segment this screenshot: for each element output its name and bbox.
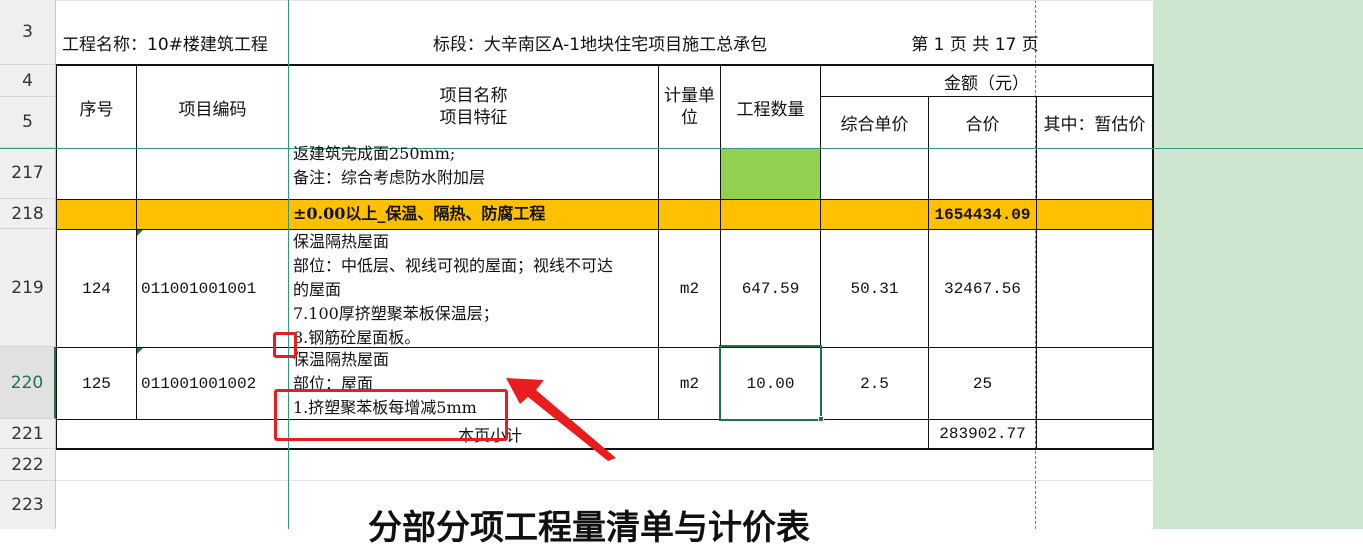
row-header-222[interactable]: 222 — [0, 449, 56, 481]
row-header-219[interactable]: 219 — [0, 229, 56, 347]
row-header-220[interactable]: 220 — [0, 347, 56, 419]
col-header-seq: 序号 — [79, 99, 114, 120]
project-name: 工程名称：10#楼建筑工程 — [62, 34, 268, 55]
row218-title[interactable]: ±0.00以上_保温、隔热、防腐工程 — [293, 202, 657, 228]
row220-code[interactable]: 011001001002 — [137, 348, 288, 419]
row-header-4[interactable]: 4 — [0, 65, 56, 97]
row-header-221[interactable]: 221 — [0, 419, 56, 449]
page-info: 第 1 页 共 17 页 — [911, 34, 1039, 55]
row219-line: 部位：中低层、视线可视的屋面；视线不可达 — [293, 256, 614, 275]
row-header-218[interactable]: 218 — [0, 199, 56, 229]
col-header-total: 合价 — [965, 115, 1000, 135]
section-info: 标段：大辛南区A-1地块住宅项目施工总承包 — [432, 34, 768, 55]
freeze-line-horizontal — [0, 148, 1363, 149]
col-header-amount: 金额（元） — [944, 73, 1029, 94]
col-header-name-line1: 项目名称 — [439, 86, 508, 106]
row219-line: 的屋面 — [293, 280, 342, 299]
col-header-name: 项目名称 项目特征 — [289, 66, 658, 148]
col-header-unit: 计量单位 — [664, 86, 715, 128]
row217-line: 返建筑完成面250mm; — [293, 144, 456, 163]
row220-total[interactable]: 25 — [929, 348, 1036, 419]
row220-seq[interactable]: 125 — [57, 348, 136, 419]
row219-unit[interactable]: m2 — [659, 230, 720, 347]
row-header-5[interactable]: 5 — [0, 97, 56, 148]
row219-quantity[interactable]: 647.59 — [721, 230, 820, 347]
col-header-code: 项目编码 — [178, 99, 247, 120]
row219-unit-price[interactable]: 50.31 — [821, 230, 928, 347]
row-header-3[interactable]: 3 — [0, 0, 56, 65]
row218-total[interactable]: 1654434.09 — [929, 200, 1036, 229]
row217-line: 备注：综合考虑防水附加层 — [293, 168, 486, 187]
green-quantity-cell[interactable] — [721, 148, 820, 199]
row219-code[interactable]: 011001001001 — [137, 230, 288, 347]
active-cell-selection[interactable] — [719, 345, 822, 421]
col-header-unit-price: 综合单价 — [840, 115, 909, 135]
fill-handle[interactable] — [818, 416, 824, 422]
row220-unit-price[interactable]: 2.5 — [821, 348, 928, 419]
row219-total[interactable]: 32467.56 — [929, 230, 1036, 347]
col-header-provisional: 其中：暂估价 — [1043, 115, 1146, 135]
next-page-title: 分部分项工程量清单与计价表 — [368, 508, 810, 548]
row219-line: 保温隔热屋面 — [293, 232, 390, 251]
row219-line: 8.钢筋砼屋面板。 — [293, 328, 421, 347]
row219-line: 7.100厚挤塑聚苯板保温层； — [293, 304, 499, 323]
col-header-quantity: 工程数量 — [736, 99, 805, 120]
col-header-name-line2: 项目特征 — [439, 108, 508, 128]
annotation-arrow — [506, 378, 616, 461]
row217-features[interactable]: 返建筑完成面250mm; 备注：综合考虑防水附加层 — [293, 142, 657, 199]
row219-features[interactable]: 保温隔热屋面 部位：中低层、视线可视的屋面；视线不可达 的屋面 7.100厚挤塑… — [293, 230, 657, 347]
row220-line: 保温隔热屋面 — [293, 350, 390, 369]
annotation-small-box — [273, 332, 297, 358]
page-subtotal-total[interactable]: 283902.77 — [929, 420, 1036, 448]
right-panel — [1153, 0, 1363, 529]
row-header-223[interactable]: 223 — [0, 481, 56, 529]
row-header-217[interactable]: 217 — [0, 148, 56, 199]
row220-unit[interactable]: m2 — [659, 348, 720, 419]
annotation-highlight-box — [274, 389, 508, 441]
row219-seq[interactable]: 124 — [57, 230, 136, 347]
